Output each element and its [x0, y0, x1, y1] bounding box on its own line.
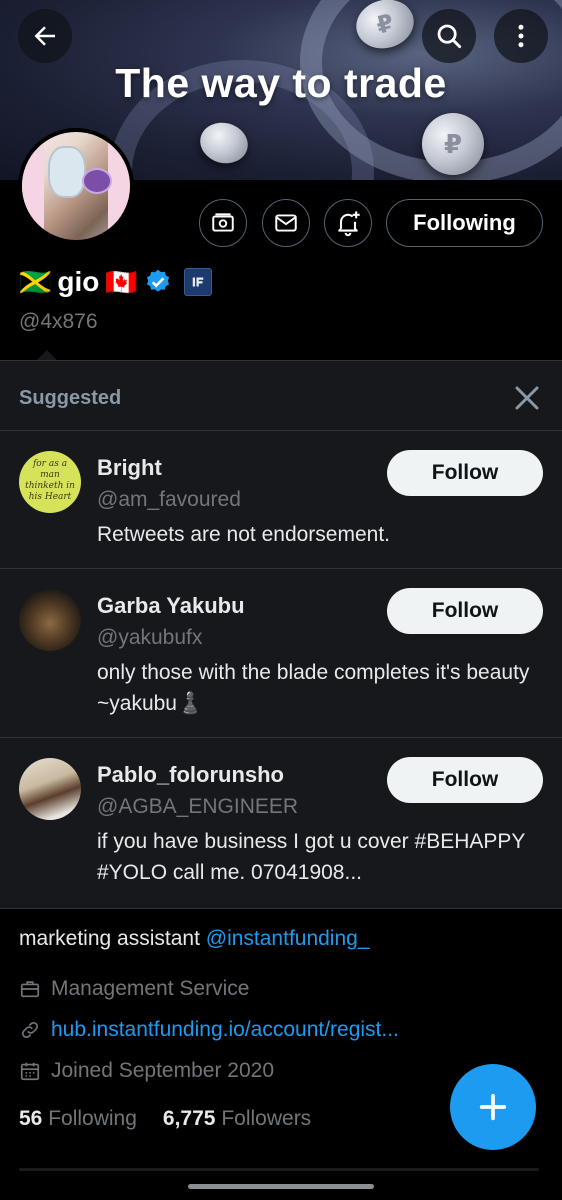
follow-button[interactable]: Follow [387, 450, 543, 496]
following-count: 56 [19, 1107, 43, 1130]
display-name: gio [57, 266, 100, 297]
canada-flag: 🇨🇦 [105, 266, 138, 297]
search-button[interactable] [422, 9, 476, 63]
tip-button[interactable] [199, 199, 247, 247]
home-indicator[interactable] [188, 1184, 374, 1189]
verified-badge-icon[interactable] [144, 268, 172, 296]
arrow-left-icon [34, 26, 55, 46]
user-bio: Retweets are not endorsement. [97, 523, 390, 546]
plus-icon [479, 1093, 507, 1121]
website-link[interactable]: hub.instantfunding.io/account/regist... [51, 1018, 399, 1042]
bio-mention-link[interactable]: @instantfunding_ [206, 927, 370, 950]
bio-text: marketing assistant [19, 927, 206, 950]
calendar-icon [20, 1062, 40, 1081]
followers-label: Followers [221, 1107, 312, 1130]
follow-counts: 56 Following 6,775 Followers [19, 1107, 311, 1131]
user-name[interactable]: Pablo_folorunsho [97, 762, 284, 788]
joined-text: Joined September 2020 [51, 1059, 274, 1082]
truncated-content [19, 1168, 539, 1171]
profile-website: hub.instantfunding.io/account/regist... [19, 1018, 399, 1042]
banner-text: The way to trade [115, 60, 447, 106]
user-handle: @am_favoured [97, 488, 241, 511]
user-bio: if you have business I got u cover #BEHA… [97, 830, 526, 884]
profile-avatar[interactable] [18, 128, 134, 244]
user-bio: only those with the blade completes it's… [97, 661, 530, 715]
compose-button[interactable] [450, 1064, 536, 1150]
follow-button[interactable]: Follow [387, 588, 543, 634]
message-button[interactable] [262, 199, 310, 247]
affiliate-badge-icon[interactable] [183, 268, 212, 296]
close-icon[interactable] [512, 383, 542, 413]
user-avatar[interactable] [19, 758, 81, 820]
suggested-user-card[interactable]: Garba Yakubu @yakubufx only those with t… [0, 568, 562, 738]
profile-category: Management Service [19, 977, 249, 1001]
jamaica-flag: 🇯🇲 [19, 266, 52, 297]
suggested-user-card[interactable]: Pablo_folorunsho @AGBA_ENGINEER if you h… [0, 737, 562, 908]
coin-decoration: ₽ [422, 113, 484, 175]
follow-button[interactable]: Follow [387, 757, 543, 803]
following-label: Following [48, 1107, 137, 1130]
suggested-panel: Suggested for as a man thinketh in his H… [0, 360, 562, 909]
followers-count-link[interactable]: 6,775 Followers [163, 1107, 311, 1131]
more-vertical-icon [518, 24, 524, 48]
profile-bio: marketing assistant @instantfunding_ [19, 927, 370, 951]
more-button[interactable] [494, 9, 548, 63]
user-avatar[interactable] [19, 589, 81, 651]
user-name[interactable]: Bright [97, 455, 162, 481]
link-icon [21, 1021, 39, 1039]
profile-name-row: 🇯🇲 gio 🇨🇦 [19, 266, 212, 298]
suggested-user-card[interactable]: for as a man thinketh in his Heart Brigh… [0, 430, 562, 569]
suggested-title: Suggested [19, 387, 122, 409]
user-name[interactable]: Garba Yakubu [97, 593, 245, 619]
profile-joined: Joined September 2020 [19, 1059, 274, 1083]
followers-count: 6,775 [162, 1107, 216, 1130]
back-button[interactable] [18, 9, 72, 63]
user-handle: @AGBA_ENGINEER [97, 795, 299, 818]
avatar-image [22, 132, 130, 240]
user-handle: @yakubufx [97, 626, 203, 649]
envelope-icon [275, 214, 297, 232]
search-icon [437, 24, 462, 49]
category-text: Management Service [51, 977, 250, 1000]
following-count-link[interactable]: 56 Following [19, 1107, 137, 1131]
profile-handle: @4x876 [19, 310, 98, 333]
money-icon [212, 213, 234, 232]
bell-plus-icon [338, 211, 360, 237]
notifications-button[interactable] [324, 199, 372, 247]
briefcase-icon [20, 981, 40, 998]
following-button[interactable]: Following [386, 199, 543, 247]
user-avatar[interactable]: for as a man thinketh in his Heart [19, 451, 81, 513]
avatar-text: for as a man thinketh in his Heart [25, 459, 75, 502]
